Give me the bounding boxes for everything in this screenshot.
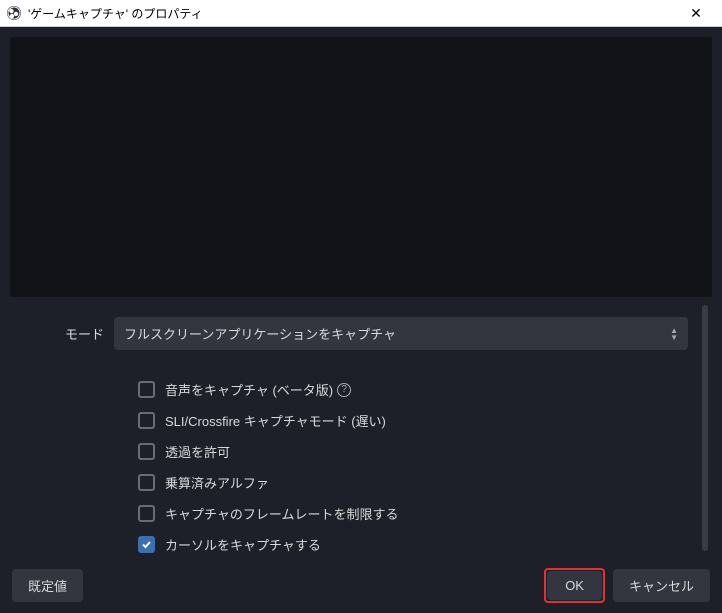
help-icon[interactable]: ? [337, 383, 351, 397]
mode-select[interactable]: フルスクリーンアプリケーションをキャプチャ ▲▼ [114, 317, 688, 350]
checkbox-transparent[interactable] [138, 443, 155, 460]
checkbox-row-sli[interactable]: SLI/Crossfire キャプチャモード (遅い) [138, 411, 688, 430]
checkbox-row-transparent[interactable]: 透過を許可 [138, 442, 688, 461]
checkbox-sli-label: SLI/Crossfire キャプチャモード (遅い) [165, 411, 386, 430]
checkbox-limitfps-label: キャプチャのフレームレートを制限する [165, 504, 398, 523]
mode-select-value: フルスクリーンアプリケーションをキャプチャ [124, 324, 396, 343]
window-title: 'ゲームキャプチャ' のプロパティ [28, 5, 676, 22]
ok-button[interactable]: OK [547, 571, 602, 600]
checkbox-audio[interactable] [138, 381, 155, 398]
cancel-button[interactable]: キャンセル [613, 569, 710, 602]
checkbox-premult[interactable] [138, 474, 155, 491]
scrollbar[interactable] [702, 305, 708, 551]
checkbox-row-limitfps[interactable]: キャプチャのフレームレートを制限する [138, 504, 688, 523]
app-icon [6, 5, 22, 21]
checkbox-transparent-label: 透過を許可 [165, 442, 230, 461]
preview-area [10, 37, 712, 297]
checkbox-group: 音声をキャプチャ (ベータ版) ? SLI/Crossfire キャプチャモード… [30, 380, 688, 554]
checkbox-limitfps[interactable] [138, 505, 155, 522]
defaults-button[interactable]: 既定値 [12, 569, 83, 602]
checkbox-cursor-label: カーソルをキャプチャする [165, 535, 321, 554]
ok-highlight: OK [544, 568, 605, 603]
checkbox-row-cursor[interactable]: カーソルをキャプチャする [138, 535, 688, 554]
chevron-updown-icon: ▲▼ [670, 327, 678, 341]
checkbox-cursor[interactable] [138, 536, 155, 553]
close-icon[interactable]: ✕ [676, 5, 716, 22]
checkbox-row-premult[interactable]: 乗算済みアルファ [138, 473, 688, 492]
mode-label: モード [30, 324, 114, 343]
footer: 既定値 OK キャンセル [12, 568, 710, 603]
mode-row: モード フルスクリーンアプリケーションをキャプチャ ▲▼ [30, 317, 688, 350]
checkbox-premult-label: 乗算済みアルファ [165, 473, 269, 492]
titlebar: 'ゲームキャプチャ' のプロパティ ✕ [0, 0, 722, 27]
form-area: モード フルスクリーンアプリケーションをキャプチャ ▲▼ 音声をキャプチャ (ベ… [0, 297, 722, 554]
checkbox-row-audio[interactable]: 音声をキャプチャ (ベータ版) ? [138, 380, 688, 399]
checkbox-sli[interactable] [138, 412, 155, 429]
checkbox-audio-label: 音声をキャプチャ (ベータ版) [165, 380, 333, 399]
